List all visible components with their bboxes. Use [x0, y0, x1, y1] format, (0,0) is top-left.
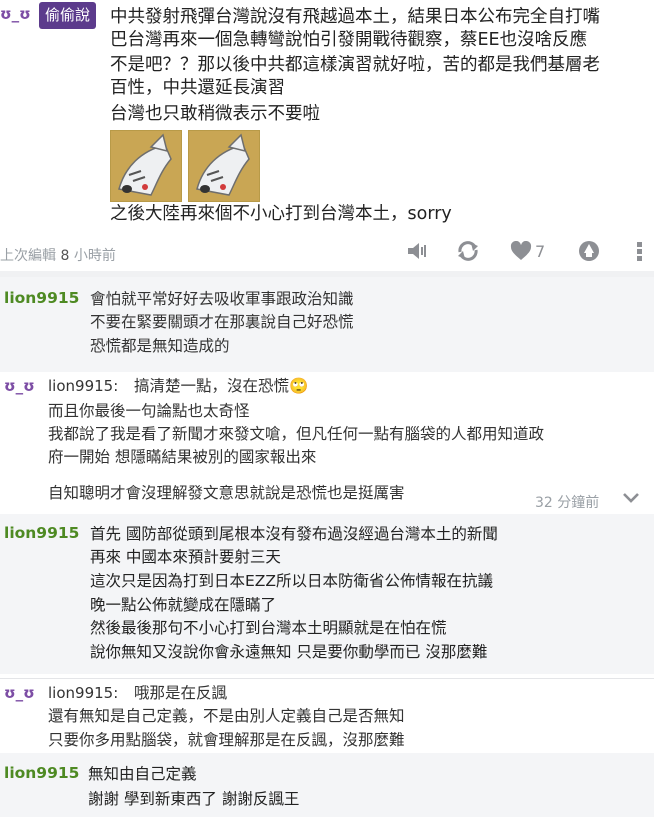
comment-line: 謝謝 學到新東西了 謝謝反諷王: [88, 790, 300, 808]
reply-emote[interactable]: ʊ_ʊ: [4, 684, 35, 702]
repost-icon: [458, 241, 478, 261]
comment-line: 恐慌都是無知造成的: [90, 337, 230, 355]
reply-line: 自知聰明才會沒理解發文意思就說是恐慌也是挺厲害: [48, 484, 405, 502]
comment-line: 晚一點公佈就變成在隱瞞了: [90, 596, 277, 614]
post-text-line: 台灣也只敢稍微表示不要啦: [110, 104, 320, 124]
comment-line: 無知由自己定義: [88, 765, 197, 783]
chevron-down-icon: [623, 493, 639, 503]
comment-line: 會怕就平常好好去吸收軍事跟政治知識: [90, 290, 354, 308]
reply-author[interactable]: lion9915:: [48, 684, 118, 702]
comment-author[interactable]: lion9915: [4, 289, 79, 307]
reply-author[interactable]: lion9915:: [48, 377, 118, 395]
eye-roll-emoji: 🙄: [289, 377, 309, 395]
comment-author[interactable]: lion9915: [4, 764, 79, 782]
comment-item: lion9915 無知由自己定義 謝謝 學到新東西了 謝謝反諷王: [0, 753, 654, 817]
more-icon: [637, 242, 642, 261]
collapse-toggle[interactable]: [622, 490, 640, 509]
coin-icon: [579, 241, 599, 261]
dog-sticker-image: [188, 130, 260, 202]
post-text-line: 不是吧？？那以後中共都這樣演習就好啦，苦的都是我們基層老: [110, 55, 600, 75]
edit-label: 上次編輯: [0, 248, 56, 264]
like-button[interactable]: 7: [510, 238, 545, 264]
reply-item: ʊ_ʊ lion9915: 搞清楚一點，沒在恐慌🙄 而且你最後一句論點也太奇怪 …: [0, 372, 654, 512]
speaker-icon: [408, 243, 426, 259]
comment-author[interactable]: lion9915: [4, 524, 79, 542]
comment-item: lion9915 首先 國防部從頭到尾根本沒有發布過沒經過台灣本土的新聞 再來 …: [0, 514, 654, 674]
edit-time: 小時前: [73, 248, 116, 264]
post-text-line: 巴台灣再來一個急轉彎說怕引發開戰待觀察，蔡EE也沒啥反應: [110, 30, 588, 50]
reply-line: 府一開始 想隱瞞結果被別的國家報出來: [48, 448, 317, 466]
reply-time: 32 分鐘前: [535, 495, 600, 511]
more-button[interactable]: [630, 238, 650, 264]
post-container: ʊ_ʊ 偷偷說 中共發射飛彈台灣說沒有飛越過本土，結果日本公布完全自打嘴 巴台灣…: [0, 0, 654, 271]
like-count: 7: [535, 241, 546, 261]
reply-item: ʊ_ʊ lion9915: 哦那是在反諷 還有無知是自己定義，不是由別人定義自己…: [0, 679, 654, 751]
post-author-name[interactable]: 偷偷說: [39, 2, 97, 29]
post-text-line: 中共發射飛彈台灣說沒有飛越過本土，結果日本公布完全自打嘴: [110, 7, 600, 27]
comment-line: 首先 國防部從頭到尾根本沒有發布過沒經過台灣本土的新聞: [90, 525, 498, 543]
reply-first-text: 搞清楚一點，沒在恐慌: [134, 377, 290, 395]
post-author-emote[interactable]: ʊ_ʊ: [0, 5, 31, 23]
reply-line: 只要你多用點腦袋，就會理解那是在反諷，沒那麼難: [48, 731, 405, 749]
reply-line: 哦那是在反諷: [134, 684, 228, 702]
comment-line: 說你無知又沒說你會永遠無知 只是要你動學而已 沒那麼難: [90, 643, 488, 661]
edit-count: 8: [60, 248, 70, 264]
reply-line: 而且你最後一句論點也太奇怪: [48, 402, 250, 420]
gift-button[interactable]: [577, 238, 601, 264]
dog-sticker-image: [110, 130, 182, 202]
comment-line: 然後最後那句不小心打到台灣本土明顯就是在怕在慌: [90, 619, 447, 637]
share-button[interactable]: [456, 238, 480, 264]
reply-line: 還有無知是自己定義，不是由別人定義自己是否無知: [48, 707, 405, 725]
edit-info: 上次編輯 8 小時前: [0, 245, 116, 265]
post-text-line: 百性，中共還延長演習: [110, 78, 285, 98]
comment-line: 不要在緊要關頭才在那裏說自己好恐慌: [90, 313, 354, 331]
comment-item: lion9915 會怕就平常好好去吸收軍事跟政治知識 不要在緊要關頭才在那裏說自…: [0, 277, 654, 372]
post-text-line: 之後大陸再來個不小心打到台灣本土，sorry: [110, 204, 452, 224]
comment-line: 再來 中國本來預計要射三天: [90, 548, 281, 566]
reply-emote[interactable]: ʊ_ʊ: [4, 377, 35, 395]
speaker-button[interactable]: [406, 238, 428, 264]
reply-line: 搞清楚一點，沒在恐慌🙄: [134, 375, 308, 397]
reply-line: 我都說了我是看了新聞才來發文嗆，但凡任何一點有腦袋的人都用知道政: [48, 425, 545, 443]
heart-icon: [510, 241, 532, 260]
comment-line: 這次只是因為打到日本EZZ所以日本防衛省公佈情報在抗議: [90, 572, 494, 590]
